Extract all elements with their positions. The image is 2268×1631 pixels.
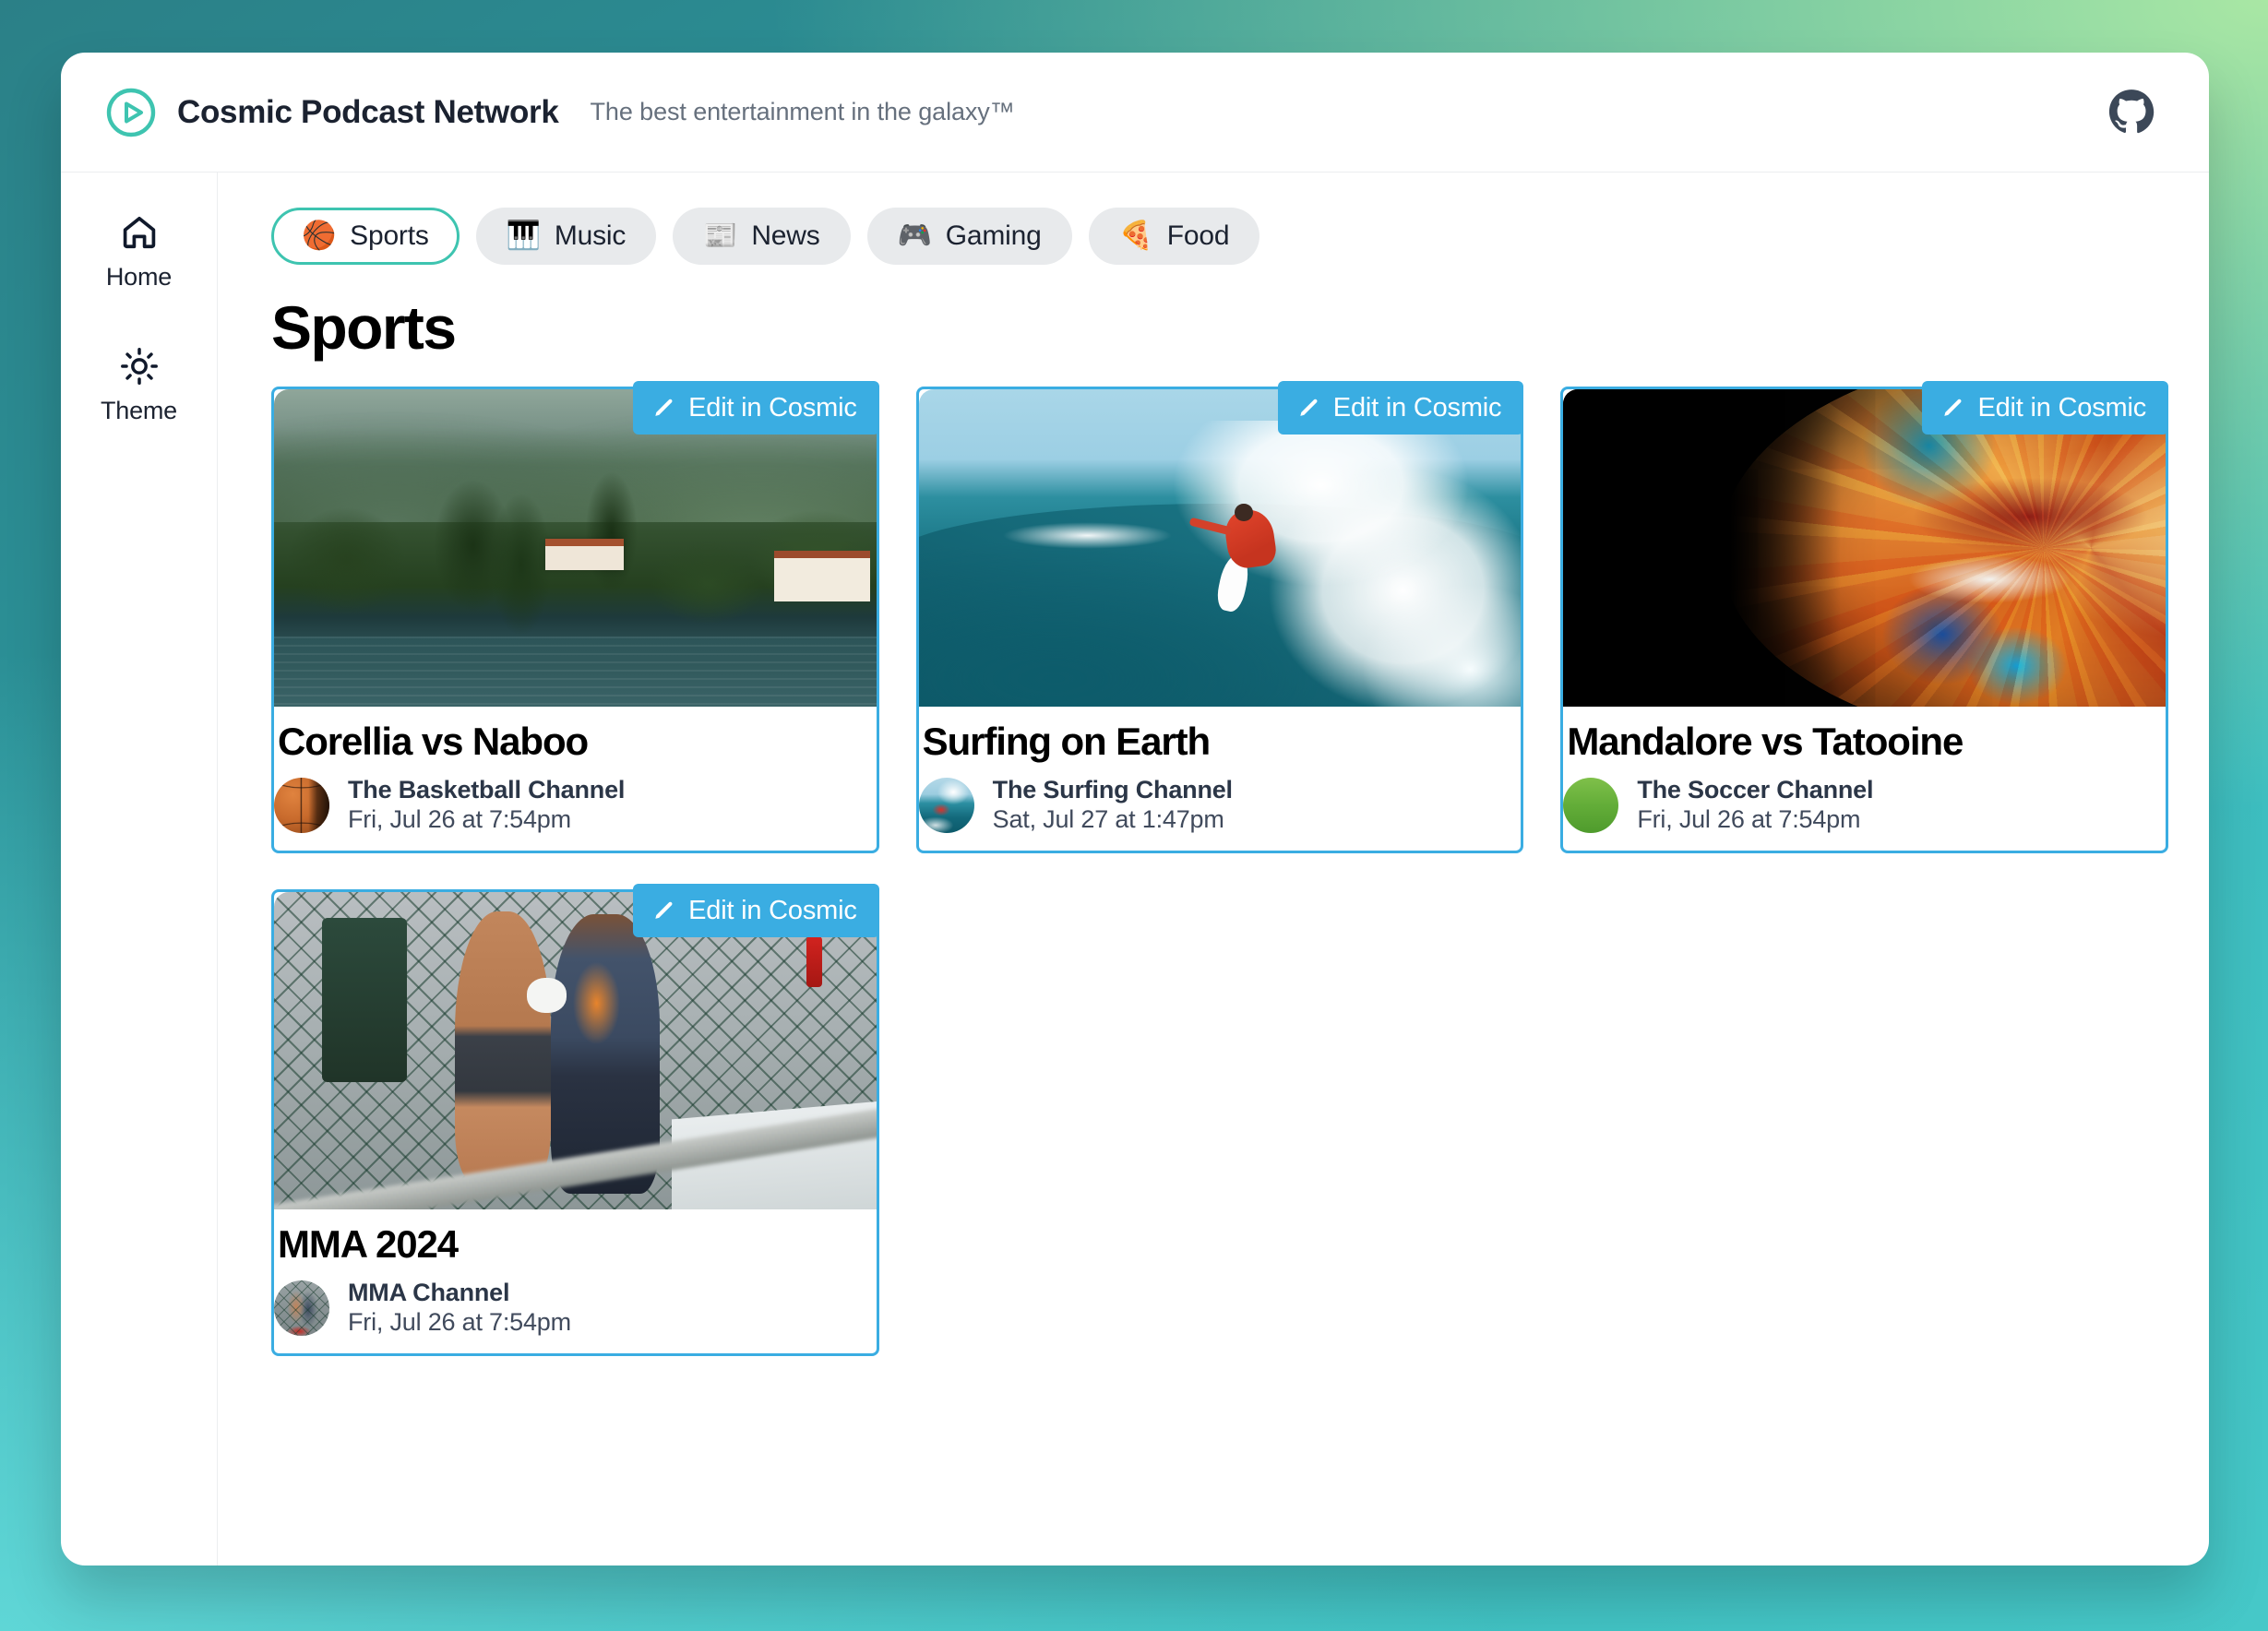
mma-image xyxy=(274,892,877,1210)
edit-badge-label: Edit in Cosmic xyxy=(688,895,857,925)
page-title: Sports xyxy=(271,293,457,362)
home-icon xyxy=(123,216,155,249)
sun-icon xyxy=(120,348,158,385)
edit-in-cosmic-button[interactable]: Edit in Cosmic xyxy=(633,884,879,938)
card-thumbnail xyxy=(918,389,1522,707)
github-icon[interactable] xyxy=(2107,89,2155,137)
avatar xyxy=(1563,777,1619,833)
card-meta: The Surfing Channel Sat, Jul 27 at 1:47p… xyxy=(918,776,1522,834)
card-body: Surfing on Earth The Surfing Channel Sat… xyxy=(918,707,1522,851)
body-row: Home Theme 🏀 Sports 🎹 Music 📰 News 🎮 Gam… xyxy=(61,173,2209,1566)
newspaper-emoji: 📰 xyxy=(703,220,738,251)
avatar xyxy=(274,1280,329,1336)
card-meta: MMA Channel Fri, Jul 26 at 7:54pm xyxy=(274,1279,877,1337)
category-tabs: 🏀 Sports 🎹 Music 📰 News 🎮 Gaming 🍕 Food xyxy=(271,208,2168,265)
podcast-card[interactable]: Edit in Cosmic Surfing on Earth The Surf… xyxy=(915,381,1524,854)
card-body: Corellia vs Naboo The Basketball Channel… xyxy=(274,707,877,851)
card-body: MMA 2024 MMA Channel Fri, Jul 26 at 7:54… xyxy=(274,1209,877,1353)
sidebar: Home Theme xyxy=(61,173,218,1566)
play-circle-icon xyxy=(106,88,156,137)
podcast-card[interactable]: Edit in Cosmic Mandalore vs Tatooine The… xyxy=(1560,381,2168,854)
piano-emoji: 🎹 xyxy=(506,220,541,251)
meta-text: The Soccer Channel Fri, Jul 26 at 7:54pm xyxy=(1637,776,1873,834)
tab-label: Music xyxy=(554,220,627,251)
tab-gaming[interactable]: 🎮 Gaming xyxy=(866,208,1072,265)
podcast-card[interactable]: Edit in Cosmic Corellia vs Naboo The Bas… xyxy=(271,381,879,854)
surfing-image xyxy=(918,389,1522,707)
channel-name: MMA Channel xyxy=(348,1279,510,1307)
edit-badge-label: Edit in Cosmic xyxy=(1332,392,1502,423)
card-title: MMA 2024 xyxy=(278,1222,459,1267)
pencil-icon xyxy=(655,901,673,919)
lake-como-image xyxy=(274,389,877,707)
tab-label: Gaming xyxy=(945,220,1042,251)
tab-label: Sports xyxy=(350,220,429,251)
card-title: Corellia vs Naboo xyxy=(278,720,589,763)
brand-name: Cosmic Podcast Network xyxy=(177,93,559,130)
card-thumbnail xyxy=(274,892,877,1210)
channel-name: The Soccer Channel xyxy=(1637,776,1874,804)
marble-planet-image xyxy=(1563,389,2166,707)
edit-in-cosmic-button[interactable]: Edit in Cosmic xyxy=(633,381,879,435)
sidebar-item-theme[interactable]: Theme xyxy=(79,341,199,431)
app-header: Cosmic Podcast Network The best entertai… xyxy=(61,53,2209,173)
sidebar-item-label: Theme xyxy=(100,397,178,424)
sidebar-item-label: Home xyxy=(105,263,173,291)
card-meta: The Soccer Channel Fri, Jul 26 at 7:54pm xyxy=(1563,776,2166,834)
card-title: Surfing on Earth xyxy=(922,720,1211,763)
avatar xyxy=(274,777,329,833)
surfer-avatar-image xyxy=(918,777,974,833)
air-date: Fri, Jul 26 at 7:54pm xyxy=(348,805,571,834)
card-title: Mandalore vs Tatooine xyxy=(1567,720,1964,763)
channel-name: The Surfing Channel xyxy=(992,776,1233,804)
card-body: Mandalore vs Tatooine The Soccer Channel… xyxy=(1563,707,2166,851)
tab-food[interactable]: 🍕 Food xyxy=(1088,208,1260,265)
podcast-card[interactable]: Edit in Cosmic MMA 2024 MMA Channel Fri,… xyxy=(271,884,879,1357)
meta-text: The Surfing Channel Sat, Jul 27 at 1:47p… xyxy=(993,776,1233,834)
pencil-icon xyxy=(1944,399,1962,416)
brand[interactable]: Cosmic Podcast Network xyxy=(105,87,559,138)
meta-text: MMA Channel Fri, Jul 26 at 7:54pm xyxy=(348,1279,571,1337)
air-date: Fri, Jul 26 at 7:54pm xyxy=(1637,805,1861,834)
pizza-emoji: 🍕 xyxy=(1118,220,1153,251)
basketball-emoji: 🏀 xyxy=(302,220,337,251)
edit-in-cosmic-button[interactable]: Edit in Cosmic xyxy=(1922,381,2168,435)
tab-label: News xyxy=(751,220,820,251)
meta-text: The Basketball Channel Fri, Jul 26 at 7:… xyxy=(348,776,625,834)
tab-news[interactable]: 📰 News xyxy=(673,208,851,265)
basketball-avatar-image xyxy=(274,777,329,833)
tab-music[interactable]: 🎹 Music xyxy=(475,208,657,265)
app-window: Cosmic Podcast Network The best entertai… xyxy=(61,53,2209,1566)
card-meta: The Basketball Channel Fri, Jul 26 at 7:… xyxy=(274,776,877,834)
tab-sports[interactable]: 🏀 Sports xyxy=(271,208,460,265)
mma-avatar-image xyxy=(274,1280,329,1336)
avatar xyxy=(918,777,974,833)
card-thumbnail xyxy=(274,389,877,707)
channel-name: The Basketball Channel xyxy=(348,776,626,804)
pencil-icon xyxy=(1300,399,1318,416)
tagline: The best entertainment in the galaxy™ xyxy=(590,98,1015,125)
pencil-icon xyxy=(655,399,673,416)
sidebar-item-home[interactable]: Home xyxy=(79,208,199,297)
edit-in-cosmic-button[interactable]: Edit in Cosmic xyxy=(1277,381,1524,435)
tab-label: Food xyxy=(1166,220,1230,251)
air-date: Sat, Jul 27 at 1:47pm xyxy=(992,805,1224,834)
main-content: 🏀 Sports 🎹 Music 📰 News 🎮 Gaming 🍕 Food … xyxy=(218,173,2209,1566)
gamepad-emoji: 🎮 xyxy=(897,220,932,251)
air-date: Fri, Jul 26 at 7:54pm xyxy=(348,1308,571,1337)
card-thumbnail xyxy=(1563,389,2166,707)
soccer-avatar-image xyxy=(1563,777,1619,833)
edit-badge-label: Edit in Cosmic xyxy=(1977,392,2146,423)
edit-badge-label: Edit in Cosmic xyxy=(688,392,857,423)
podcast-card-grid: Edit in Cosmic Corellia vs Naboo The Bas… xyxy=(271,381,2168,1357)
